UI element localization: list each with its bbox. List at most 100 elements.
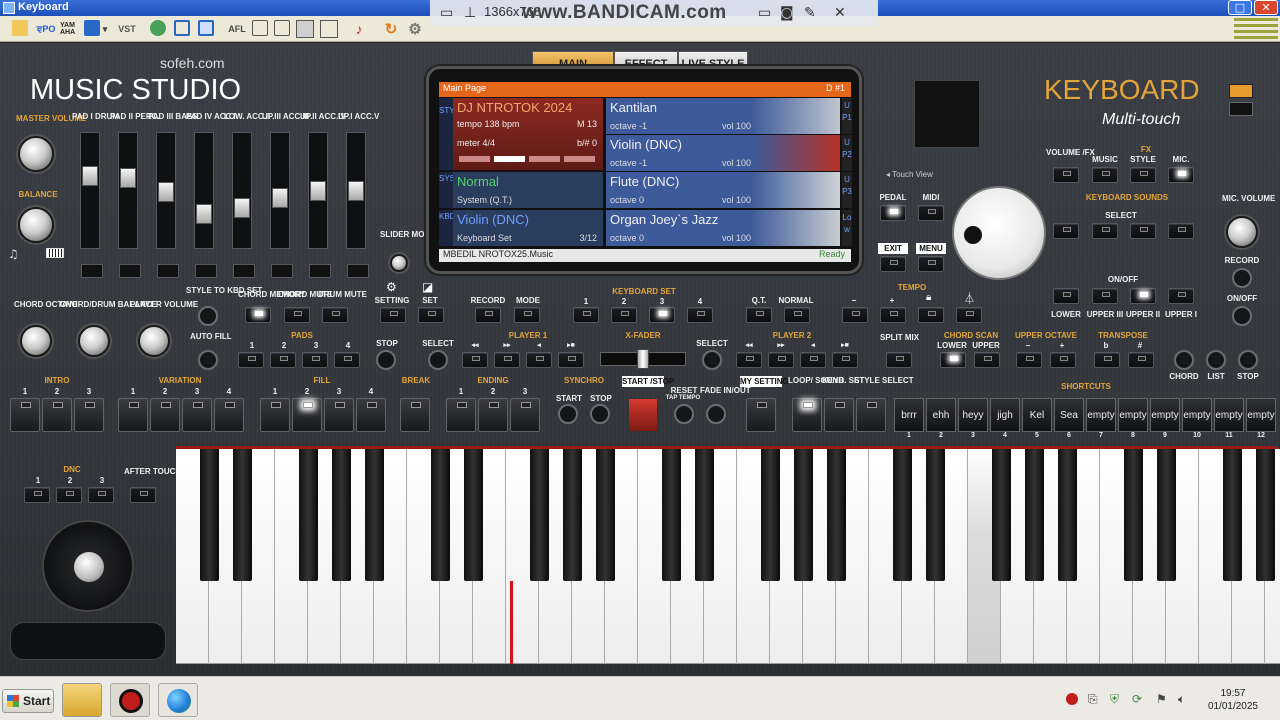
network-tray-icon[interactable]: ⟳ xyxy=(1132,692,1142,706)
my-setting-pad[interactable] xyxy=(746,398,776,432)
recorder-task[interactable] xyxy=(110,683,150,717)
shortcut-slot[interactable]: brrr xyxy=(894,398,924,432)
black-key[interactable] xyxy=(431,449,450,581)
black-key[interactable] xyxy=(992,449,1011,581)
dropdown-icon[interactable]: ▭ xyxy=(758,5,771,21)
black-key[interactable] xyxy=(1157,449,1176,581)
sys-cell[interactable]: Normal System (Q.T.) xyxy=(453,172,603,208)
pad-stop-button[interactable] xyxy=(376,350,396,370)
kbd-set-4-button[interactable] xyxy=(687,307,713,323)
kbd-set-2-button[interactable] xyxy=(611,307,637,323)
volume-fx-button[interactable] xyxy=(1053,167,1079,183)
set-button[interactable] xyxy=(418,307,444,323)
kbd-cell[interactable]: Violin (DNC) Keyboard Set 3/12 xyxy=(453,210,603,246)
variation-pad[interactable] xyxy=(182,398,212,432)
player2-select-button[interactable] xyxy=(702,350,722,370)
slider-mute-button[interactable] xyxy=(157,264,179,278)
after-touch-button[interactable] xyxy=(130,487,156,503)
player1-transport-button[interactable] xyxy=(526,352,552,368)
piano-keyboard[interactable] xyxy=(176,446,1280,664)
black-key[interactable] xyxy=(233,449,252,581)
data-dial[interactable] xyxy=(952,186,1046,280)
variation-pad[interactable] xyxy=(214,398,244,432)
camera-indicator[interactable] xyxy=(1229,84,1253,98)
chord-scan-lower-button[interactable] xyxy=(940,352,966,368)
intro-pad[interactable] xyxy=(74,398,104,432)
black-key[interactable] xyxy=(827,449,846,581)
afl-icon[interactable]: AFL xyxy=(228,20,246,38)
start-button[interactable]: Start xyxy=(2,689,54,713)
upper-sound-cell[interactable]: Organ Joey`s Jazz octave 0 vol 100 xyxy=(606,210,840,246)
pin-icon[interactable]: ⊥ xyxy=(464,5,476,21)
tempo-plus-button[interactable] xyxy=(880,307,906,323)
player1-transport-button[interactable] xyxy=(462,352,488,368)
slider-mute-button[interactable] xyxy=(347,264,369,278)
pad-3-button[interactable] xyxy=(302,352,328,368)
slider-handle[interactable] xyxy=(348,181,364,201)
normal-button[interactable] xyxy=(784,307,810,323)
octave-minus-button[interactable] xyxy=(1016,352,1042,368)
music-fx-button[interactable] xyxy=(1092,167,1118,183)
style-fx-button[interactable] xyxy=(1130,167,1156,183)
setting-button[interactable] xyxy=(380,307,406,323)
flag-tray-icon[interactable]: ⚑ xyxy=(1156,692,1167,706)
style-to-kbd-button[interactable] xyxy=(198,306,218,326)
sound-select-upper3[interactable] xyxy=(1092,223,1118,239)
metronome-button[interactable] xyxy=(956,307,982,323)
list-button[interactable] xyxy=(1206,350,1226,370)
shortcut-slot[interactable]: empty xyxy=(1086,398,1116,432)
balance-knob[interactable] xyxy=(18,207,54,243)
slider-handle[interactable] xyxy=(158,182,174,202)
camera-icon[interactable]: ◙ xyxy=(780,5,794,21)
player1-select-button[interactable] xyxy=(428,350,448,370)
volume-tray-icon[interactable]: 🔈︎ xyxy=(1178,692,1185,707)
monitor-icon[interactable]: ▭ xyxy=(440,5,453,21)
ending-pad[interactable] xyxy=(478,398,508,432)
open-icon[interactable] xyxy=(12,20,28,36)
mixer-slider[interactable] xyxy=(346,132,369,278)
touch-view-pad[interactable] xyxy=(914,80,980,148)
clock[interactable]: 19:57 01/01/2025 xyxy=(1208,687,1258,713)
player2-transport-button[interactable] xyxy=(800,352,826,368)
mixer-slider[interactable] xyxy=(80,132,103,278)
black-key[interactable] xyxy=(530,449,549,581)
drum-mute-button[interactable] xyxy=(322,307,348,323)
mic-onoff-button[interactable] xyxy=(1232,306,1252,326)
mixer-slider[interactable] xyxy=(270,132,293,278)
ending-pad[interactable] xyxy=(446,398,476,432)
fill-pad[interactable] xyxy=(356,398,386,432)
split-mix-button[interactable] xyxy=(886,352,912,368)
menu-button[interactable] xyxy=(918,256,944,272)
reset-button[interactable] xyxy=(674,404,694,424)
layout1-icon[interactable] xyxy=(252,20,268,36)
stop-button[interactable] xyxy=(1238,350,1258,370)
mixer-slider[interactable] xyxy=(308,132,331,278)
shortcut-slot[interactable]: heyy xyxy=(958,398,988,432)
layout4-icon[interactable] xyxy=(320,20,338,38)
xfader-handle[interactable] xyxy=(637,349,649,369)
exit-button[interactable] xyxy=(880,256,906,272)
shortcut-slot[interactable]: Sea xyxy=(1054,398,1084,432)
kbd-set-3-button[interactable] xyxy=(649,307,675,323)
black-key[interactable] xyxy=(1256,449,1275,581)
black-key[interactable] xyxy=(1124,449,1143,581)
sound-select-upper1[interactable] xyxy=(1168,223,1194,239)
chord-scan-upper-button[interactable] xyxy=(974,352,1000,368)
shortcut-slot[interactable]: empty xyxy=(1150,398,1180,432)
pencil-icon[interactable]: ✎ xyxy=(804,5,816,21)
mixer-slider[interactable] xyxy=(232,132,255,278)
browser-task[interactable] xyxy=(158,683,198,717)
pedal-button[interactable] xyxy=(880,205,906,221)
shortcut-slot[interactable]: empty xyxy=(1214,398,1244,432)
black-key[interactable] xyxy=(1025,449,1044,581)
resize-icon[interactable] xyxy=(174,20,190,36)
chord-mute-button[interactable] xyxy=(284,307,310,323)
slider-mute-button[interactable] xyxy=(271,264,293,278)
black-key[interactable] xyxy=(332,449,351,581)
settings-icon[interactable]: ⚙ xyxy=(406,20,424,38)
intro-pad[interactable] xyxy=(10,398,40,432)
sound-onoff-upper1[interactable] xyxy=(1168,288,1194,304)
chord-button[interactable] xyxy=(1174,350,1194,370)
variation-pad[interactable] xyxy=(150,398,180,432)
black-key[interactable] xyxy=(365,449,384,581)
